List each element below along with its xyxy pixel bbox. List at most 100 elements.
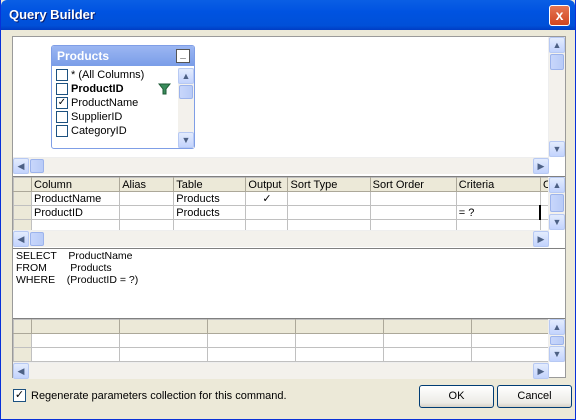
criteria-grid-pane[interactable]: Column Alias Table Output Sort Type Sort… [12, 176, 565, 247]
sql-line-select[interactable]: SELECT ProductName [16, 250, 133, 263]
results-cell[interactable] [207, 347, 296, 362]
results-cell[interactable] [471, 333, 560, 348]
grid-cell-column[interactable]: ProductID [31, 205, 121, 220]
results-cell[interactable] [383, 333, 472, 348]
scroll-down-icon[interactable]: ▼ [549, 141, 565, 157]
products-table-header[interactable]: Products _ [52, 46, 194, 66]
column-checkbox[interactable]: ✓ [56, 97, 68, 109]
results-cell[interactable] [31, 333, 120, 348]
scroll-left-icon[interactable]: ◀ [13, 231, 29, 247]
grid-cell-sort-order[interactable] [369, 205, 457, 220]
results-cell[interactable] [471, 347, 560, 362]
grid-header[interactable]: Sort Order [369, 177, 457, 192]
row-selector[interactable] [13, 347, 32, 362]
table-row[interactable] [13, 347, 560, 362]
products-table-box[interactable]: Products _ * (All Columns) ProductID ✓ P… [51, 45, 195, 149]
scroll-up-icon[interactable]: ▲ [549, 37, 565, 53]
grid-cell-criteria[interactable] [455, 191, 541, 206]
scroll-thumb[interactable] [179, 85, 193, 99]
grid-cell-sort-type[interactable] [287, 191, 371, 206]
grid-cell-output[interactable]: ✓ [245, 191, 289, 206]
scroll-left-icon[interactable]: ◀ [13, 363, 29, 379]
scroll-up-icon[interactable]: ▲ [549, 319, 565, 335]
grid-cell-alias[interactable] [119, 205, 175, 220]
results-pane[interactable]: ▲ ▼ ◀ ▶ [13, 318, 565, 379]
grid-horizontal-scrollbar[interactable]: ◀ ▶ [13, 230, 549, 247]
column-checkbox[interactable] [56, 69, 68, 81]
grid-cell-criteria[interactable]: = ? [455, 205, 541, 220]
table-row[interactable]: ProductID Products = ? [12, 205, 550, 220]
diagram-pane[interactable]: Products _ * (All Columns) ProductID ✓ P… [13, 37, 565, 174]
scroll-left-icon[interactable]: ◀ [13, 158, 29, 174]
grid-cell-sort-order[interactable] [369, 191, 457, 206]
column-item-productid[interactable]: ProductID [54, 82, 178, 96]
close-button[interactable]: x [549, 5, 570, 26]
ok-button[interactable]: OK [419, 385, 494, 408]
grid-header[interactable]: Criteria [455, 177, 541, 192]
results-vertical-scrollbar[interactable]: ▲ ▼ [548, 319, 565, 362]
results-header[interactable] [471, 319, 560, 334]
column-checkbox[interactable] [56, 83, 68, 95]
results-cell[interactable] [119, 333, 208, 348]
scroll-right-icon[interactable]: ▶ [533, 231, 549, 247]
grid-header[interactable]: Alias [119, 177, 175, 192]
column-checkbox[interactable] [56, 111, 68, 123]
table-row[interactable] [13, 333, 560, 348]
grid-header[interactable]: Sort Type [287, 177, 371, 192]
regenerate-label[interactable]: Regenerate parameters collection for thi… [31, 390, 287, 402]
scroll-thumb[interactable] [550, 336, 564, 345]
grid-header[interactable]: Column [31, 177, 121, 192]
results-header[interactable] [295, 319, 384, 334]
results-cell[interactable] [207, 333, 296, 348]
results-cell[interactable] [295, 333, 384, 348]
column-checkbox[interactable] [56, 125, 68, 137]
results-cell[interactable] [119, 347, 208, 362]
column-item-supplierid[interactable]: SupplierID [54, 110, 178, 124]
column-item-categoryid[interactable]: CategoryID [54, 124, 178, 138]
column-item-all[interactable]: * (All Columns) [54, 68, 178, 82]
row-selector[interactable] [12, 191, 33, 206]
row-selector[interactable] [13, 333, 32, 348]
regenerate-checkbox[interactable]: ✓ [13, 389, 26, 402]
grid-vertical-scrollbar[interactable]: ▲ ▼ [548, 177, 565, 230]
table-row[interactable]: ProductName Products ✓ [12, 191, 550, 206]
scroll-down-icon[interactable]: ▼ [178, 132, 194, 148]
scroll-thumb[interactable] [30, 232, 44, 246]
results-cell[interactable] [295, 347, 384, 362]
row-selector[interactable] [12, 205, 33, 220]
scroll-thumb[interactable] [550, 54, 564, 70]
grid-cell-alias[interactable] [119, 191, 175, 206]
sql-line-from[interactable]: FROM Products [16, 262, 112, 275]
scroll-up-icon[interactable]: ▲ [178, 68, 194, 84]
grid-cell-column[interactable]: ProductName [31, 191, 121, 206]
results-header[interactable] [119, 319, 208, 334]
scroll-down-icon[interactable]: ▼ [549, 214, 565, 230]
grid-cell-table[interactable]: Products [173, 205, 247, 220]
results-header[interactable] [383, 319, 472, 334]
scroll-right-icon[interactable]: ▶ [533, 363, 549, 379]
sql-line-where[interactable]: WHERE (ProductID = ?) [16, 274, 138, 287]
diagram-horizontal-scrollbar[interactable]: ◀ ▶ [13, 157, 549, 174]
grid-cell-sort-type[interactable] [287, 205, 371, 220]
grid-cell-table[interactable]: Products [173, 191, 247, 206]
cancel-button[interactable]: Cancel [497, 385, 572, 408]
results-header[interactable] [207, 319, 296, 334]
column-list-scrollbar[interactable]: ▲ ▼ [178, 68, 194, 148]
sql-pane[interactable]: SELECT ProductName FROM Products WHERE (… [13, 248, 565, 316]
scroll-thumb[interactable] [30, 159, 44, 173]
scroll-right-icon[interactable]: ▶ [533, 158, 549, 174]
diagram-vertical-scrollbar[interactable]: ▲ ▼ [548, 37, 565, 157]
scroll-thumb[interactable] [550, 194, 564, 212]
grid-header[interactable]: Table [173, 177, 247, 192]
table-minimize-button[interactable]: _ [176, 49, 190, 63]
column-item-productname[interactable]: ✓ ProductName [54, 96, 178, 110]
grid-cell-output[interactable] [245, 205, 289, 220]
results-horizontal-scrollbar[interactable]: ◀ ▶ [13, 362, 549, 379]
results-header[interactable] [31, 319, 120, 334]
results-cell[interactable] [383, 347, 472, 362]
title-bar[interactable]: Query Builder x [1, 0, 575, 30]
results-cell[interactable] [31, 347, 120, 362]
grid-header[interactable]: Output [245, 177, 289, 192]
scroll-down-icon[interactable]: ▼ [549, 346, 565, 362]
scroll-up-icon[interactable]: ▲ [549, 177, 565, 193]
